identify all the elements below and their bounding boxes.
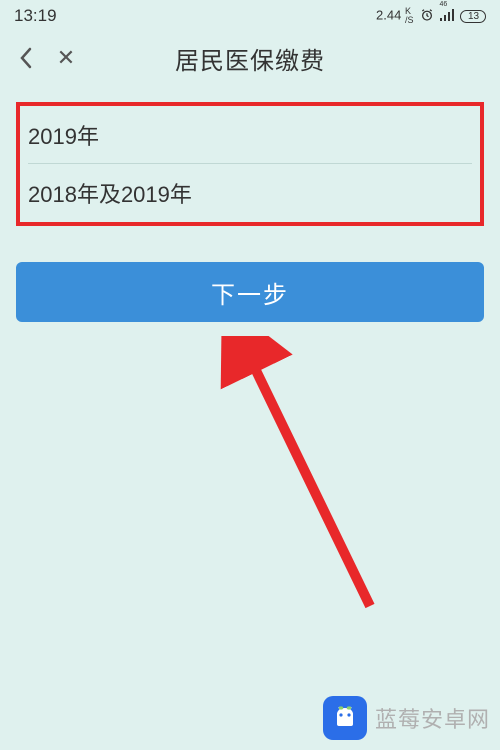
network-speed: 2.44 K /S	[376, 7, 413, 25]
year-option-box: 2019年 2018年及2019年	[16, 102, 484, 226]
nav-bar: ✕ 居民医保缴费	[0, 32, 500, 84]
battery-icon: 13	[460, 10, 486, 23]
back-button[interactable]	[12, 44, 40, 72]
status-bar: 13:19 2.44 K /S 46	[0, 0, 500, 32]
watermark-logo-icon	[323, 696, 367, 740]
option-label: 2019年	[28, 119, 99, 151]
watermark-text: 蓝莓安卓网	[375, 702, 490, 734]
option-2018-2019[interactable]: 2018年及2019年	[28, 164, 472, 222]
page-title: 居民医保缴费	[175, 41, 325, 76]
option-label: 2018年及2019年	[28, 177, 192, 209]
content: 2019年 2018年及2019年 下一步	[0, 84, 500, 322]
next-button[interactable]: 下一步	[16, 262, 484, 322]
signal-icon: 46	[440, 9, 455, 24]
status-time: 13:19	[14, 6, 57, 26]
close-button[interactable]: ✕	[52, 44, 80, 72]
annotation-arrow-icon	[200, 336, 400, 616]
watermark: 蓝莓安卓网	[323, 696, 490, 740]
option-2019[interactable]: 2019年	[28, 106, 472, 164]
status-right: 2.44 K /S 46 13	[376, 7, 486, 25]
alarm-icon	[420, 8, 434, 25]
